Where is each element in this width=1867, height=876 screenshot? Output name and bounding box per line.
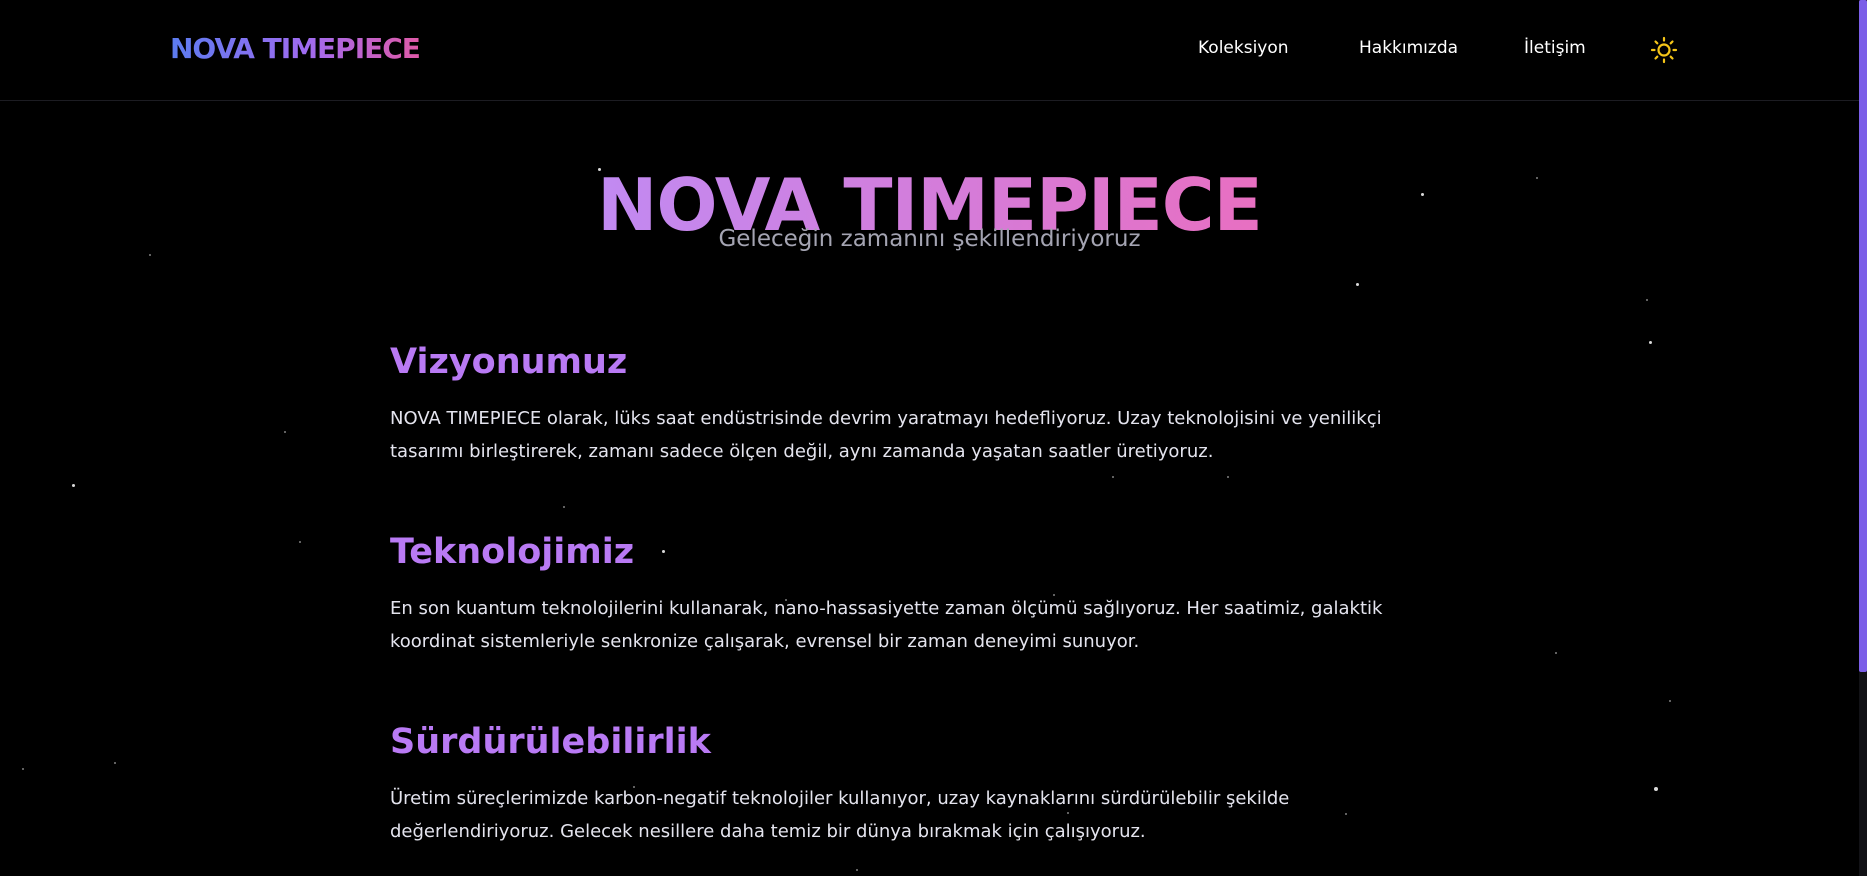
- section-body: NOVA TIMEPIECE olarak, lüks saat endüstr…: [390, 408, 1382, 462]
- nav-link-collection[interactable]: Koleksiyon: [1198, 38, 1289, 58]
- hero-subtitle: Geleceğin zamanını şekillendiriyoruz: [718, 226, 1141, 252]
- star-dot: [1555, 652, 1557, 654]
- sun-icon: [1650, 36, 1678, 64]
- section-sustainability: Sürdürülebilirlik Üretim süreçlerimizde …: [390, 720, 1450, 848]
- page: NOVA TIMEPIECE Koleksiyon Hakkımızda İle…: [0, 0, 1867, 876]
- star-dot: [1356, 283, 1359, 286]
- section-vision: Vizyonumuz NOVA TIMEPIECE olarak, lüks s…: [390, 340, 1450, 468]
- star-dot: [1646, 299, 1648, 301]
- site-header: NOVA TIMEPIECE Koleksiyon Hakkımızda İle…: [0, 0, 1859, 101]
- star-dot: [1227, 476, 1229, 478]
- section-body: En son kuantum teknolojilerini kullanara…: [390, 598, 1383, 652]
- nav-link-contact[interactable]: İletişim: [1524, 38, 1586, 58]
- star-dot: [22, 768, 24, 770]
- star-dot: [1654, 787, 1658, 791]
- star-dot: [1112, 476, 1114, 478]
- scrollbar-thumb[interactable]: [1859, 0, 1867, 672]
- star-dot: [114, 762, 116, 764]
- star-dot: [563, 506, 565, 508]
- site-logo[interactable]: NOVA TIMEPIECE: [170, 32, 421, 65]
- section-body: Üretim süreçlerimizde karbon-negatif tek…: [390, 788, 1290, 842]
- star-dot: [284, 431, 286, 433]
- section-title: Teknolojimiz: [390, 532, 635, 572]
- nav-link-about[interactable]: Hakkımızda: [1359, 38, 1458, 58]
- star-dot: [1669, 700, 1671, 702]
- star-dot: [856, 869, 858, 871]
- section-title: Vizyonumuz: [390, 342, 628, 382]
- star-dot: [72, 484, 75, 487]
- section-title: Sürdürülebilirlik: [390, 722, 711, 762]
- star-dot: [299, 541, 301, 543]
- section-technology: Teknolojimiz En son kuantum teknolojiler…: [390, 530, 1450, 658]
- star-dot: [149, 254, 151, 256]
- star-dot: [1649, 341, 1652, 344]
- theme-toggle-button[interactable]: [1650, 36, 1678, 64]
